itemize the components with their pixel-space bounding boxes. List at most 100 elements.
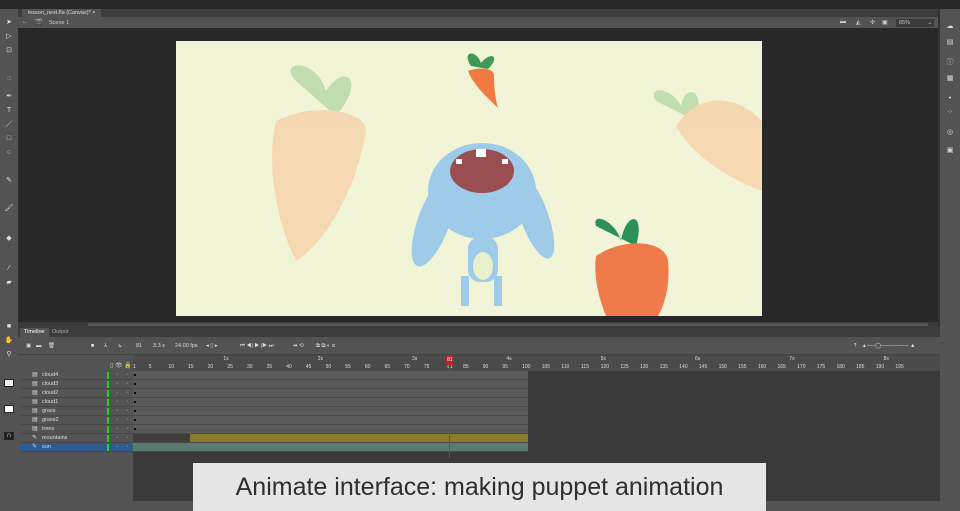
zoom-select[interactable]: 65% ⌄ — [896, 19, 934, 27]
current-frame-field[interactable]: 81 — [136, 343, 142, 349]
frame-row[interactable] — [133, 416, 528, 425]
layer-row[interactable]: ▤ trees · · — [20, 425, 133, 434]
keyframe-dot[interactable] — [134, 383, 136, 385]
tab-timeline[interactable]: Timeline — [20, 328, 49, 337]
elapsed-time-field[interactable]: 3.3 s — [153, 343, 165, 349]
frame-row[interactable] — [133, 425, 528, 434]
layer-row[interactable]: ▤ cloud4 · · — [20, 371, 133, 380]
visibility-toggle[interactable]: · — [116, 443, 118, 451]
frame-row[interactable] — [133, 434, 528, 443]
snap-magnet-icon[interactable]: ∩ — [4, 432, 14, 440]
selection-tool-icon[interactable]: ➤ — [4, 19, 14, 27]
lock-toggle[interactable]: · — [126, 380, 128, 388]
lock-toggle[interactable]: · — [126, 389, 128, 397]
free-transform-icon[interactable]: ⊡ — [4, 47, 14, 55]
motion-tween-span[interactable] — [190, 434, 528, 442]
fps-field[interactable]: 24.00 fps — [175, 343, 198, 349]
visibility-toggle[interactable]: · — [116, 389, 118, 397]
center-stage-icon[interactable]: ✣ — [870, 19, 875, 26]
stage-box-icon[interactable]: ▣ — [882, 19, 888, 26]
eraser-icon[interactable]: ▰ — [4, 279, 14, 287]
info-icon[interactable]: ⓘ — [945, 59, 955, 67]
frame-row[interactable] — [133, 371, 528, 380]
visibility-toggle[interactable]: · — [116, 407, 118, 415]
frame-row[interactable] — [133, 407, 528, 416]
tab-output[interactable]: Output — [48, 328, 73, 337]
layer-parenting-icon[interactable]: ⅄ — [104, 343, 107, 349]
components-icon[interactable]: ▣ — [945, 147, 955, 155]
visibility-toggle[interactable]: · — [116, 371, 118, 379]
visibility-toggle[interactable]: · — [116, 416, 118, 424]
keyframe-dot[interactable] — [134, 428, 136, 430]
brush-tool-icon[interactable]: 🖌 — [4, 205, 14, 213]
frame-row[interactable] — [133, 398, 528, 407]
layer-row[interactable]: ▤ cloud3 · · — [20, 380, 133, 389]
visibility-toggle[interactable]: · — [116, 434, 118, 442]
properties-icon[interactable]: ☁ — [945, 23, 955, 31]
visibility-toggle[interactable]: · — [116, 398, 118, 406]
layer-row[interactable]: ▤ grass · · — [20, 407, 133, 416]
back-arrow-icon[interactable]: ← — [22, 19, 28, 25]
keyframe-dot[interactable] — [134, 410, 136, 412]
playback-controls[interactable]: ⏮ ◀| ▶ |▶ ⏭ — [240, 343, 274, 350]
zoom-tool-icon[interactable]: ⚲ — [4, 351, 14, 359]
keyframe-dot[interactable] — [134, 419, 136, 421]
onion-skin-icons[interactable]: ⧉ ⧉ ◐ ⊡ — [316, 343, 335, 350]
camera-icon[interactable]: ■ — [4, 323, 14, 331]
eyedropper-icon[interactable]: ⁄ — [4, 265, 14, 273]
close-tab-icon[interactable]: × — [92, 10, 95, 16]
keyframe-dot[interactable] — [134, 401, 136, 403]
playhead-handle[interactable]: 81 — [446, 355, 454, 365]
pencil-tool-icon[interactable]: ✎ — [4, 177, 14, 185]
stage-canvas[interactable] — [176, 41, 762, 316]
camera-layer-icon[interactable]: ■ — [91, 343, 94, 349]
clip-content-icon[interactable]: ◭ — [856, 19, 861, 26]
oval-tool-icon[interactable]: ○ — [4, 149, 14, 157]
fill-color-swatch[interactable] — [4, 405, 14, 413]
lock-toggle[interactable]: · — [126, 407, 128, 415]
stroke-color-swatch[interactable] — [4, 379, 14, 387]
keyframe-dot[interactable] — [134, 392, 136, 394]
timeline-ruler[interactable]: 1s 2s 3s 4s 5s 6s 7s 8s 1 5 10 15 20 25 30 35 40 45 50 55 60… — [133, 355, 940, 371]
pen-tool-icon[interactable]: ✒ — [4, 93, 14, 101]
subselection-tool-icon[interactable]: ▷ — [4, 33, 14, 41]
document-tab[interactable]: lesson_next.fla (Canvas)* × — [22, 9, 102, 17]
hand-tool-icon[interactable]: ✋ — [4, 337, 14, 345]
lock-toggle[interactable]: · — [126, 443, 128, 451]
lock-toggle[interactable]: · — [126, 371, 128, 379]
loop-icon[interactable]: ⇹ ⟲ — [293, 343, 304, 349]
lock-toggle[interactable]: · — [126, 398, 128, 406]
visibility-toggle[interactable]: · — [116, 425, 118, 433]
frame-row[interactable] — [133, 443, 528, 452]
align-icon[interactable]: ▦ — [945, 75, 955, 83]
lock-toggle[interactable]: · — [126, 416, 128, 424]
library-icon[interactable]: ▤ — [945, 39, 955, 47]
layer-row[interactable]: ✎ sun · · — [20, 443, 133, 452]
frame-row[interactable] — [133, 389, 528, 398]
new-folder-icon[interactable]: ▬ — [36, 343, 42, 349]
lock-toggle[interactable]: · — [126, 434, 128, 442]
layer-row[interactable]: ✎ mountains · · — [20, 434, 133, 443]
center-frame-icon[interactable]: ⤒ — [854, 343, 856, 350]
swatches-icon[interactable]: ⁘ — [945, 109, 955, 117]
keyframe-dot[interactable] — [134, 374, 136, 376]
lock-toggle[interactable]: · — [126, 425, 128, 433]
visibility-toggle[interactable]: · — [116, 380, 118, 388]
color-icon[interactable]: • — [945, 95, 955, 103]
lasso-icon[interactable]: ◌ — [4, 75, 14, 83]
rectangle-tool-icon[interactable]: □ — [4, 135, 14, 143]
new-layer-icon[interactable]: ▣ — [26, 343, 31, 349]
scene-label[interactable]: Scene 1 — [49, 20, 69, 26]
frame-row[interactable] — [133, 380, 528, 389]
layer-depth-icon[interactable]: ⊾ — [118, 343, 123, 349]
layer-row[interactable]: ▤ cloud2 · · — [20, 389, 133, 398]
frame-zoom-slider[interactable]: ▴ ──◯─────── ▲ — [863, 343, 925, 349]
playhead-line[interactable] — [449, 355, 451, 458]
line-tool-icon[interactable]: ／ — [4, 121, 14, 129]
delete-layer-icon[interactable]: 🗑 — [48, 343, 55, 349]
layer-row[interactable]: ▤ grass2 · · — [20, 416, 133, 425]
text-tool-icon[interactable]: T — [4, 107, 14, 115]
layer-row[interactable]: ▤ cloud1 · · — [20, 398, 133, 407]
paint-bucket-icon[interactable]: ◆ — [4, 235, 14, 243]
step-back-icon[interactable]: ◂ ▯ ▸ — [206, 343, 218, 349]
